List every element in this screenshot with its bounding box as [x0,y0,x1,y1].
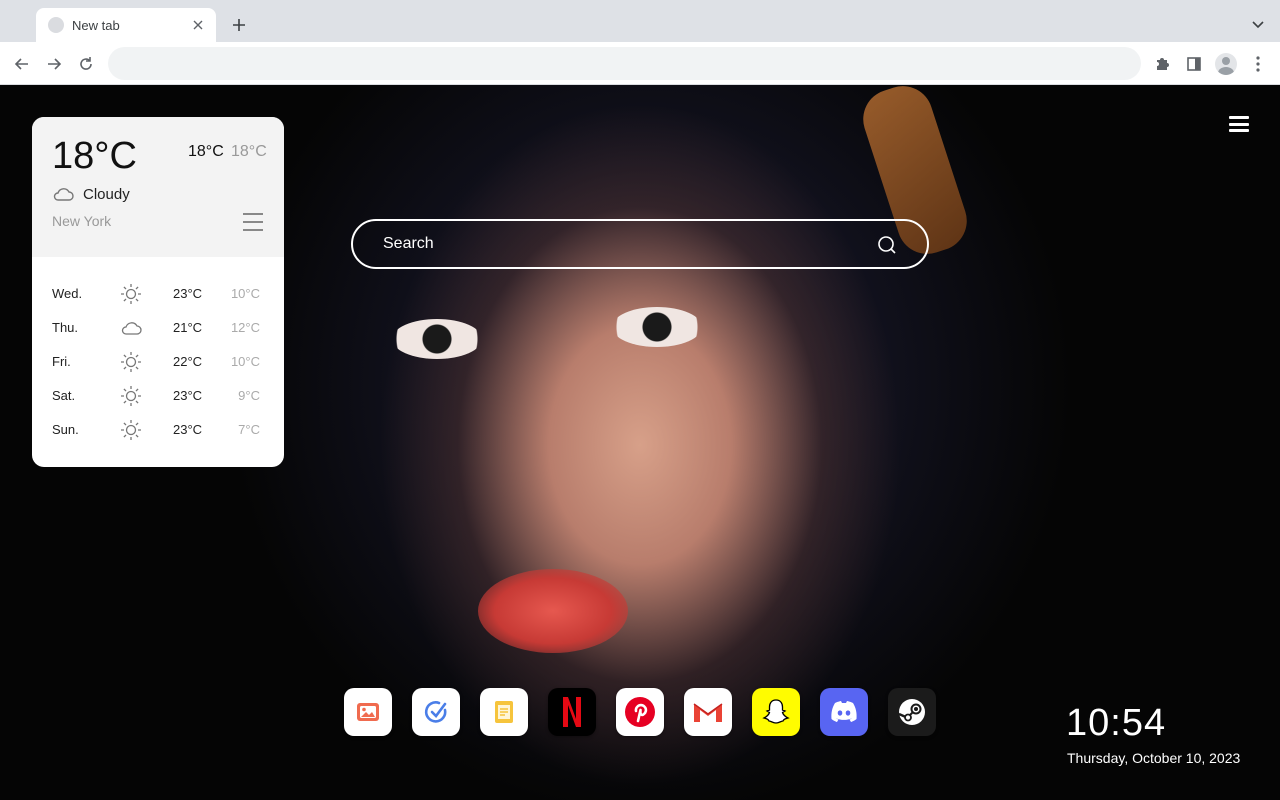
forecast-row: Fri. 22°C 10°C [32,345,284,379]
image-icon [357,703,379,721]
menu-bar [243,229,263,231]
back-button[interactable] [9,51,35,77]
avatar [1215,53,1237,75]
sun-icon [121,284,141,304]
chevron-down-icon [1252,21,1264,29]
forecast-high: 21°C [173,320,203,335]
menu-bar [243,213,263,215]
weather-condition: Cloudy [83,186,130,203]
forecast-row: Thu. 21°C 12°C [32,311,284,345]
menu-bar [1229,129,1249,132]
profile-button[interactable] [1213,51,1239,77]
sun-icon [121,352,141,372]
weather-forecast: Wed. 23°C 10°C Thu. 21°C 12°C Fri. 22°C … [32,277,284,447]
snapchat-icon [762,699,790,724]
forecast-row: Sat. 23°C 9°C [32,379,284,413]
sun-icon [121,386,141,406]
extensions-button[interactable] [1149,51,1175,77]
forecast-row: Wed. 23°C 10°C [32,277,284,311]
forecast-day: Sat. [52,388,76,403]
forecast-low: 10°C [230,354,260,369]
wallpaper-eye-right [612,307,702,347]
today-low: 18°C [231,143,267,160]
forecast-day: Sun. [52,422,79,437]
menu-bar [243,221,263,223]
tab-strip: New tab [0,0,1280,42]
more-vertical-icon [1256,56,1260,72]
forecast-low: 9°C [238,388,260,403]
new-tab-page: 18°C 18°C 18°C Cloudy New York Wed. 23°C… [0,85,1280,800]
cloud-icon [53,188,74,201]
gmail-icon [693,703,723,722]
app-dock [344,688,936,736]
weather-widget: 18°C 18°C 18°C Cloudy New York Wed. 23°C… [32,117,284,467]
forecast-low: 10°C [230,286,260,301]
forecast-high: 23°C [173,422,203,437]
page-menu-button[interactable] [1229,116,1249,132]
forecast-day: Wed. [52,286,83,301]
netflix-icon [563,697,581,727]
cloud-icon [121,322,142,335]
tab-favicon-icon [48,17,64,33]
tab-new-tab[interactable]: New tab [36,8,216,42]
sun-icon [121,420,141,440]
app-discord[interactable] [820,688,868,736]
forecast-low: 12°C [230,320,260,335]
forward-button[interactable] [41,51,67,77]
note-icon [495,701,513,723]
arrow-left-icon [14,58,28,70]
app-gmail[interactable] [684,688,732,736]
person-icon [1218,57,1234,75]
discord-icon [831,701,857,722]
wallpaper-eye-left [392,319,482,359]
app-snapchat[interactable] [752,688,800,736]
today-high: 18°C [188,143,224,160]
app-netflix[interactable] [548,688,596,736]
steam-icon [898,699,925,725]
tab-title: New tab [72,17,120,33]
app-pinterest[interactable] [616,688,664,736]
forecast-low: 7°C [238,422,260,437]
menu-bar [1229,122,1249,126]
plus-icon [233,19,245,31]
arrow-right-icon [48,58,62,70]
pinterest-icon [625,697,655,727]
app-steam[interactable] [888,688,936,736]
menu-bar [1229,116,1249,119]
current-temperature: 18°C [52,135,137,177]
search-input[interactable] [383,232,863,256]
close-icon [193,20,203,30]
app-gallery[interactable] [344,688,392,736]
clock-date: Thursday, October 10, 2023 [1067,750,1241,766]
browser-menu-button[interactable] [1245,51,1271,77]
tab-search-button[interactable] [1248,15,1268,35]
forecast-day: Thu. [52,320,79,335]
forecast-day: Fri. [52,354,71,369]
app-notes[interactable] [480,688,528,736]
reload-icon [80,57,92,70]
forecast-high: 23°C [173,388,203,403]
check-circle-icon [424,701,447,723]
puzzle-icon [1157,58,1169,70]
weather-menu-button[interactable] [243,213,263,231]
search-box [351,219,929,269]
side-panel-icon [1187,57,1201,71]
address-bar[interactable] [108,47,1141,80]
side-panel-button[interactable] [1181,51,1207,77]
reload-button[interactable] [73,51,99,77]
weather-current: 18°C 18°C 18°C Cloudy New York [32,117,284,257]
forecast-high: 22°C [173,354,203,369]
new-tab-button[interactable] [228,14,250,36]
wallpaper-lips [478,569,628,653]
browser-toolbar [0,42,1280,85]
forecast-high: 23°C [173,286,203,301]
tab-close-button[interactable] [190,17,206,33]
search-icon[interactable] [877,235,897,255]
clock-time: 10:54 [1066,702,1167,744]
app-tasks[interactable] [412,688,460,736]
forecast-row: Sun. 23°C 7°C [32,413,284,447]
weather-city: New York [52,213,112,229]
